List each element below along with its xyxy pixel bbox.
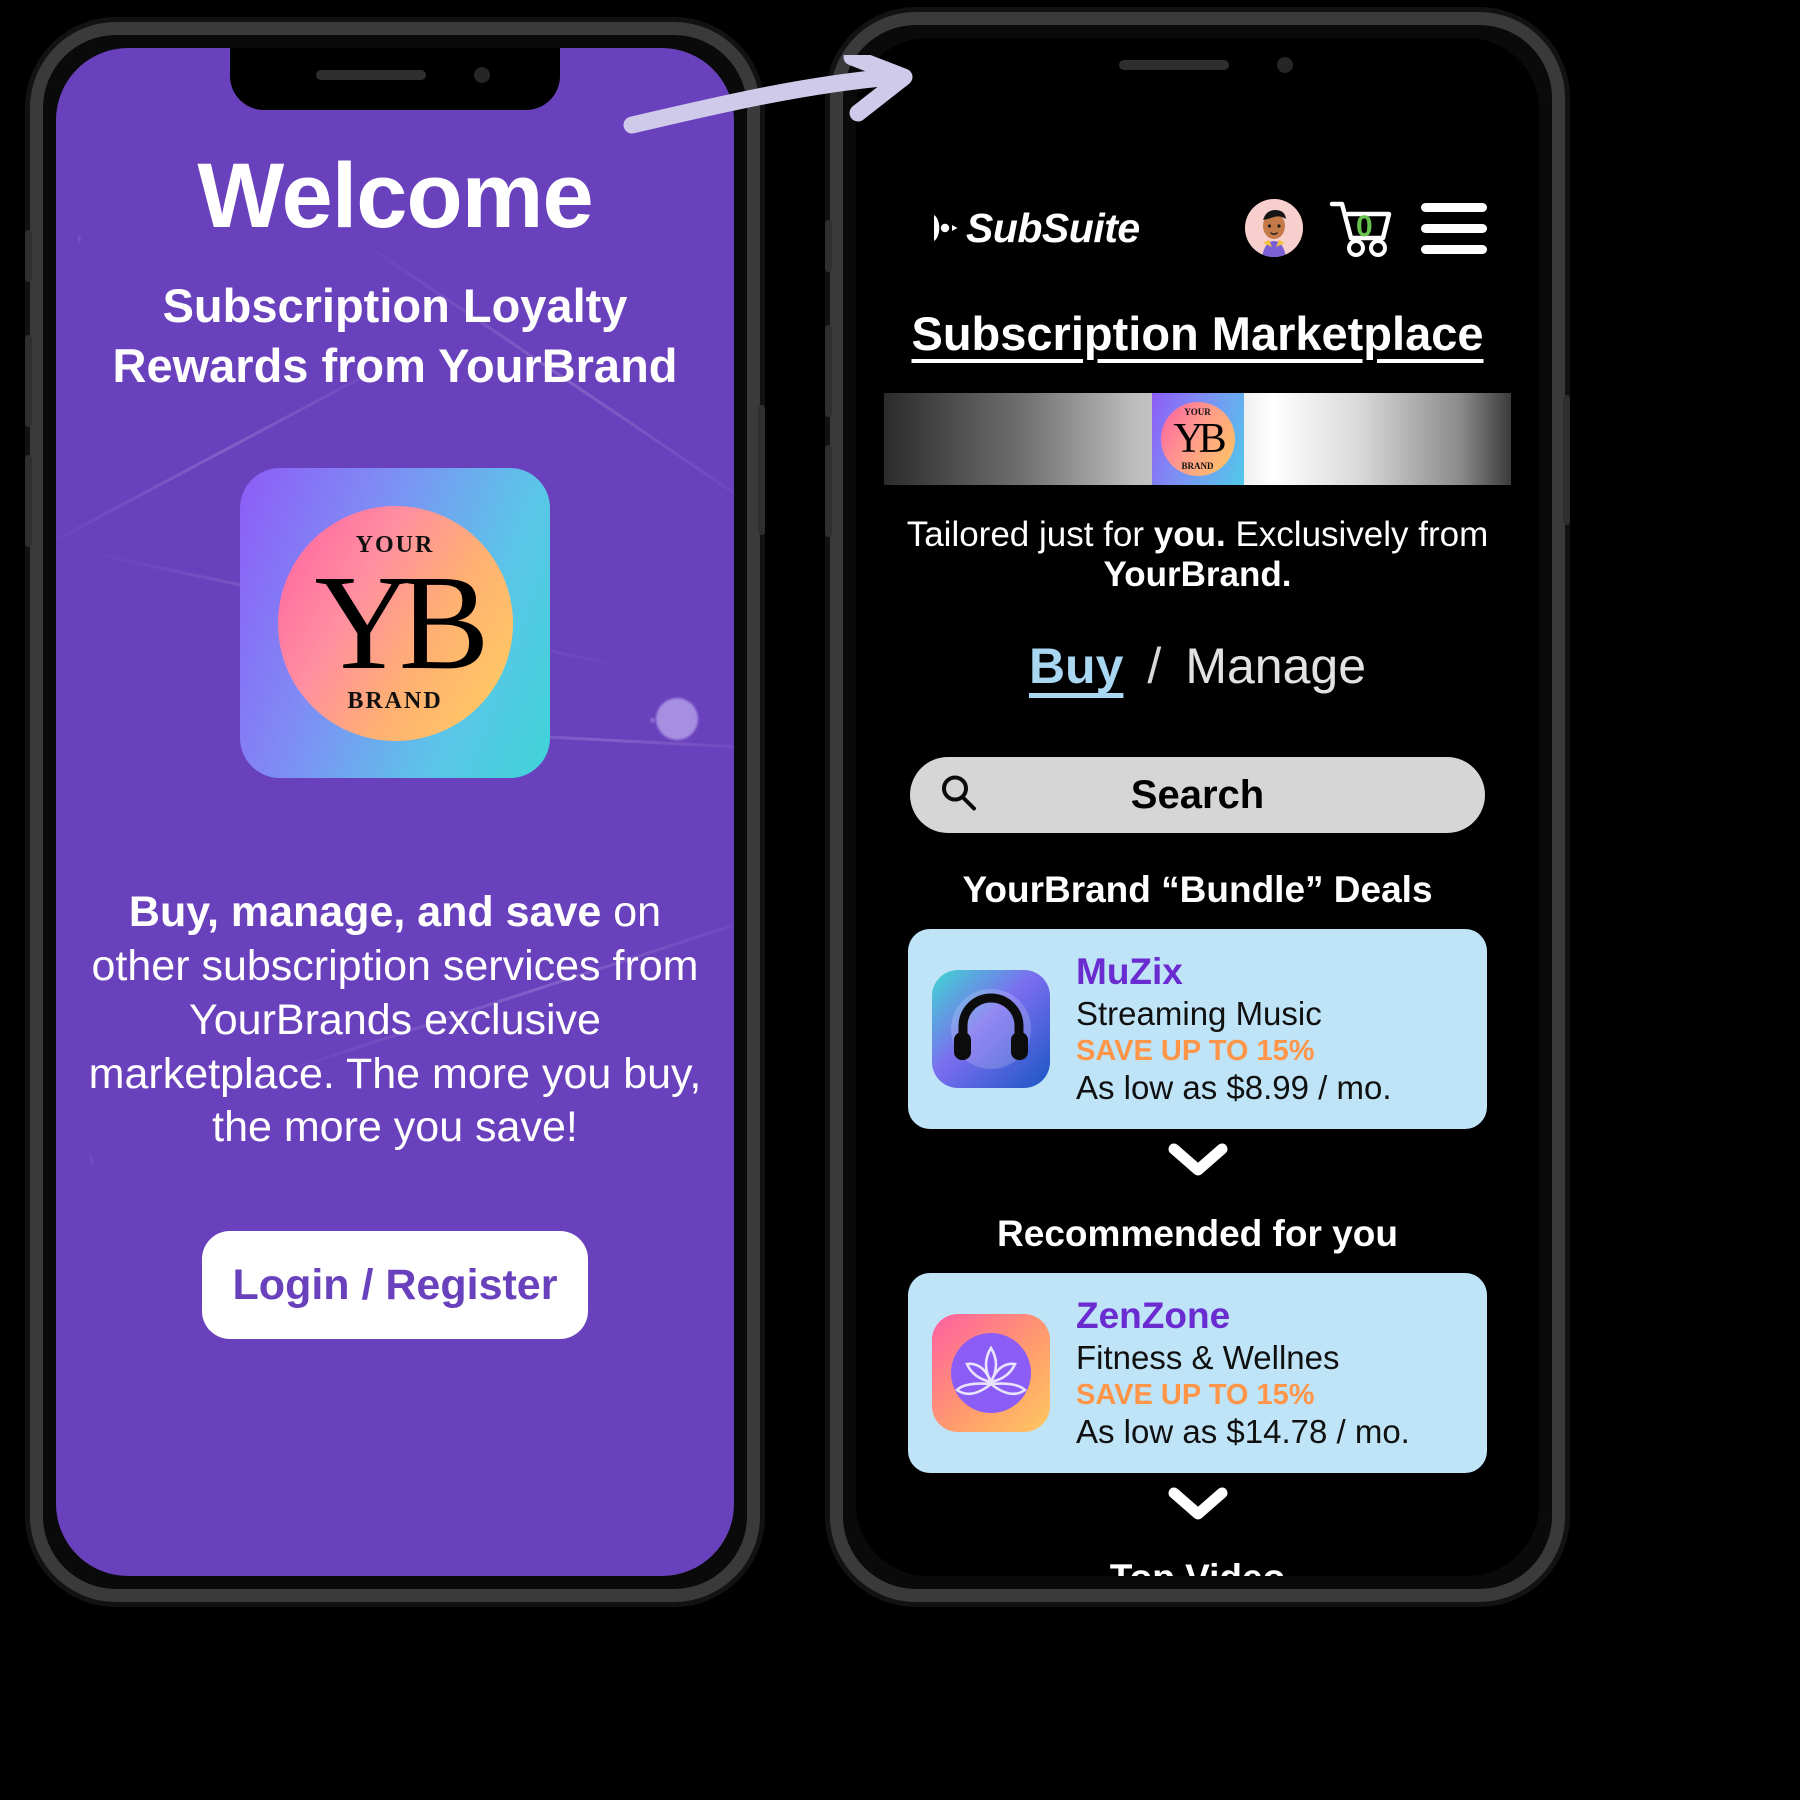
- chevron-down-icon: [1168, 1487, 1227, 1520]
- welcome-screen: Welcome Subscription Loyalty Rewards fro…: [56, 48, 734, 1576]
- scroll-down-indicator-1[interactable]: [880, 1143, 1515, 1177]
- logo-word-top: YOUR: [355, 531, 435, 558]
- cart-button[interactable]: 0: [1329, 198, 1395, 258]
- banner-yourbrand-logo: YOUR YB BRAND: [1151, 393, 1244, 485]
- subsuite-glyph-icon: [934, 215, 958, 241]
- phone-mockup-marketplace: SubSuite 0 Subscription Marketplace YOUR…: [825, 12, 1570, 1602]
- chevron-down-icon: [1168, 1143, 1227, 1176]
- notch-camera: [1276, 57, 1293, 73]
- zenzone-price: As low as $14.78 / mo.: [1076, 1412, 1410, 1450]
- section-heading-topvideo: Top Video: [880, 1557, 1515, 1576]
- tagline-bold-you: you.: [1153, 515, 1226, 554]
- decor-node: [656, 698, 698, 740]
- screenshot-canvas: Welcome Subscription Loyalty Rewards fro…: [0, 0, 1800, 1800]
- notch-camera: [474, 67, 490, 83]
- logo-monogram: YB: [314, 548, 490, 699]
- page-title: Welcome: [197, 145, 593, 247]
- banner-logo-word-bottom: BRAND: [1181, 461, 1214, 471]
- phone-volume-down: [25, 455, 32, 547]
- tagline: Tailored just for you. Exclusively from …: [880, 515, 1515, 595]
- scroll-down-indicator-2[interactable]: [880, 1487, 1515, 1521]
- phone-power-button: [1563, 395, 1570, 525]
- magnifier-glyph-icon: [942, 775, 976, 811]
- banner-logo-word-top: YOUR: [1184, 407, 1211, 417]
- zenzone-save-badge: SAVE UP TO 15%: [1076, 1379, 1315, 1412]
- subscription-card-muzix[interactable]: MuZix Streaming Music SAVE UP TO 15% As …: [908, 929, 1487, 1129]
- section-heading-bundle: YourBrand “Bundle” Deals: [962, 869, 1433, 910]
- muzix-category: Streaming Music: [1076, 995, 1322, 1033]
- hamburger-menu-button[interactable]: [1421, 202, 1487, 254]
- notch-speaker: [1118, 60, 1229, 70]
- search-input-label[interactable]: Search: [910, 773, 1485, 818]
- phone-power-button: [758, 405, 765, 535]
- search-icon: [938, 773, 978, 818]
- banner-logo-monogram: YB: [1173, 416, 1226, 462]
- phone-mute-switch: [825, 220, 832, 272]
- tab-buy[interactable]: Buy: [1029, 637, 1123, 695]
- tab-manage[interactable]: Manage: [1185, 637, 1366, 695]
- marketplace-screen: SubSuite 0 Subscription Marketplace YOUR…: [856, 38, 1539, 1576]
- hamburger-line: [1421, 244, 1487, 254]
- tagline-mid: Exclusively from: [1225, 515, 1489, 554]
- zenzone-app-icon: [932, 1313, 1050, 1432]
- welcome-body-text: Buy, manage, and save on other subscript…: [86, 886, 704, 1155]
- search-bar[interactable]: Search: [910, 757, 1485, 833]
- muzix-name: MuZix: [1076, 951, 1183, 992]
- section-heading-recommended: Recommended for you: [997, 1212, 1398, 1254]
- phone-screen-marketplace: SubSuite 0 Subscription Marketplace YOUR…: [856, 38, 1539, 1576]
- tagline-pre: Tailored just for: [906, 515, 1154, 554]
- headphones-icon: [951, 988, 1031, 1069]
- subsuite-logo-text: SubSuite: [966, 204, 1140, 251]
- page-title: Subscription Marketplace: [911, 307, 1484, 360]
- welcome-body-bold: Buy, manage, and save: [128, 888, 602, 937]
- phone-notch: [1032, 38, 1363, 100]
- welcome-subtitle-line2: Rewards from YourBrand: [112, 339, 678, 393]
- phone-volume-up: [825, 325, 832, 417]
- welcome-subtitle-line1: Subscription Loyalty: [162, 279, 628, 332]
- yourbrand-logo-circle: YOUR YB BRAND: [277, 505, 513, 741]
- yourbrand-logo: YOUR YB BRAND: [240, 468, 550, 779]
- cart-count-badge: 0: [1356, 210, 1373, 243]
- hamburger-line: [1421, 223, 1487, 233]
- muzix-card-text: MuZix Streaming Music SAVE UP TO 15% As …: [1076, 951, 1391, 1107]
- zenzone-card-text: ZenZone Fitness & Wellnes SAVE UP TO 15%…: [1076, 1295, 1410, 1451]
- muzix-app-icon: [932, 969, 1050, 1088]
- login-register-button[interactable]: Login / Register: [202, 1231, 588, 1340]
- zenzone-category: Fitness & Wellnes: [1076, 1339, 1340, 1377]
- avatar-illustration-icon: [1245, 199, 1303, 257]
- muzix-price: As low as $8.99 / mo.: [1076, 1068, 1392, 1106]
- tab-separator: /: [1147, 638, 1162, 694]
- notch-speaker: [316, 70, 426, 80]
- phone-screen-welcome: Welcome Subscription Loyalty Rewards fro…: [56, 48, 734, 1576]
- tagline-bold-brand: YourBrand.: [1103, 555, 1292, 594]
- lotus-icon: [951, 1332, 1031, 1413]
- welcome-subtitle: Subscription Loyalty Rewards from YourBr…: [113, 276, 678, 396]
- muzix-save-badge: SAVE UP TO 15%: [1076, 1035, 1315, 1068]
- mode-tabs: Buy / Manage: [880, 637, 1515, 695]
- phone-mute-switch: [25, 230, 32, 282]
- phone-mockup-welcome: Welcome Subscription Loyalty Rewards fro…: [25, 22, 765, 1602]
- logo-word-bottom: BRAND: [347, 687, 443, 714]
- subscription-card-zenzone[interactable]: ZenZone Fitness & Wellnes SAVE UP TO 15%…: [908, 1272, 1487, 1473]
- phone-volume-down: [825, 445, 832, 537]
- avatar[interactable]: [1245, 199, 1303, 257]
- subsuite-logo[interactable]: SubSuite: [932, 205, 1140, 252]
- banner-logo-circle: YOUR YB BRAND: [1160, 402, 1235, 476]
- zenzone-name: ZenZone: [1076, 1294, 1231, 1336]
- hamburger-line: [1421, 202, 1487, 212]
- phone-notch: [230, 48, 560, 110]
- promo-banner[interactable]: YOUR YB BRAND: [884, 393, 1511, 485]
- phone-volume-up: [25, 335, 32, 427]
- header-actions: 0: [1245, 198, 1487, 258]
